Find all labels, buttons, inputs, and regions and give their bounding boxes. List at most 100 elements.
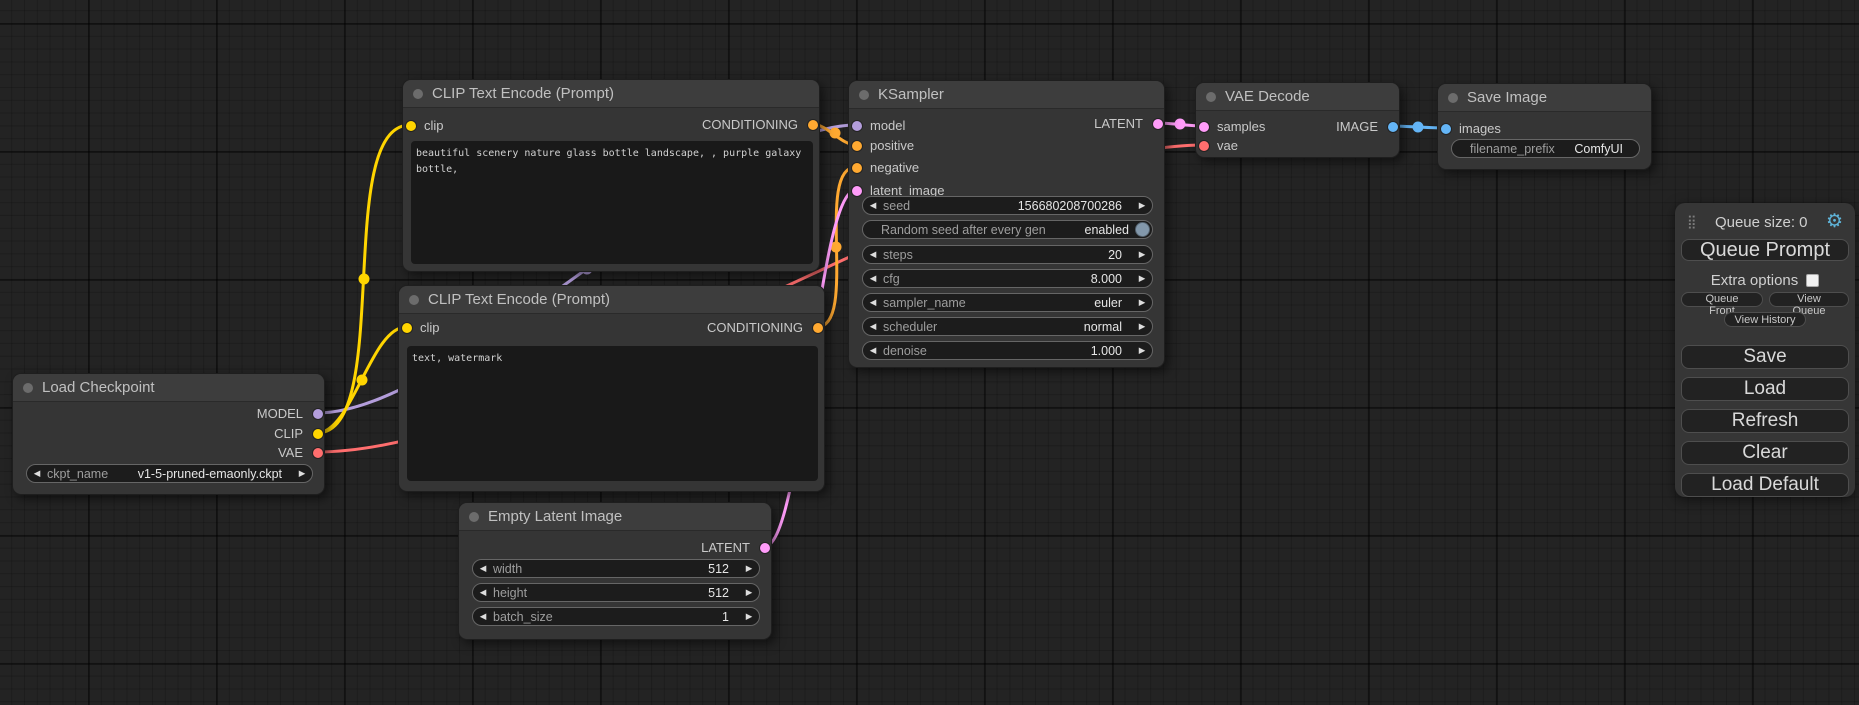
widget-filename-prefix[interactable]: filename_prefixComfyUI (1451, 139, 1640, 158)
widget-value[interactable]: v1-5-pruned-emaonly.ckpt (108, 467, 292, 481)
collapse-dot-icon[interactable] (469, 512, 479, 522)
node-titlebar[interactable]: CLIP Text Encode (Prompt) (403, 80, 819, 108)
collapse-dot-icon[interactable] (859, 90, 869, 100)
node-load-checkpoint[interactable]: Load CheckpointMODELCLIPVAE◀ckpt_namev1-… (12, 373, 325, 495)
widget-scheduler[interactable]: ◀schedulernormal▶ (862, 317, 1153, 336)
widget-batch-size[interactable]: ◀batch_size1▶ (472, 607, 760, 626)
widget-value[interactable]: 8.000 (900, 272, 1132, 286)
increment-arrow-icon[interactable]: ▶ (1132, 318, 1152, 335)
node-empty-latent-image[interactable]: Empty Latent ImageLATENT◀width512▶◀heigh… (458, 502, 772, 640)
widget-value[interactable]: euler (966, 296, 1132, 310)
output-slot-CONDITIONING[interactable] (813, 323, 823, 333)
output-slot-LATENT[interactable] (1153, 119, 1163, 129)
prompt-text-widget[interactable]: beautiful scenery nature glass bottle la… (411, 141, 813, 264)
view-queue-button[interactable]: View Queue (1769, 292, 1849, 307)
prompt-text-widget[interactable]: text, watermark (407, 346, 818, 481)
output-slot-IMAGE[interactable] (1388, 122, 1398, 132)
increment-arrow-icon[interactable]: ▶ (739, 560, 759, 577)
node-titlebar[interactable]: KSampler (849, 81, 1164, 109)
widget-seed[interactable]: ◀seed156680208700286▶ (862, 196, 1153, 215)
node-clip-text-encode-positive[interactable]: CLIP Text Encode (Prompt)clipCONDITIONIN… (402, 79, 820, 272)
widget-value[interactable]: ComfyUI (1555, 142, 1639, 156)
node-titlebar[interactable]: Save Image (1438, 84, 1651, 112)
decrement-arrow-icon[interactable]: ◀ (863, 294, 883, 311)
load-default-button[interactable]: Load Default (1681, 473, 1849, 497)
decrement-arrow-icon[interactable]: ◀ (473, 584, 493, 601)
input-slot-clip[interactable] (402, 323, 412, 333)
increment-arrow-icon[interactable]: ▶ (1132, 197, 1152, 214)
widget-Random seed after every gen[interactable]: Random seed after every genenabled (862, 220, 1153, 239)
node-title-text: Load Checkpoint (42, 379, 155, 396)
collapse-dot-icon[interactable] (1206, 92, 1216, 102)
widget-denoise[interactable]: ◀denoise1.000▶ (862, 341, 1153, 360)
decrement-arrow-icon[interactable]: ◀ (863, 318, 883, 335)
widget-value[interactable]: 1.000 (927, 344, 1132, 358)
widget-sampler-name[interactable]: ◀sampler_nameeuler▶ (862, 293, 1153, 312)
node-save-image[interactable]: Save Imageimagesfilename_prefixComfyUI (1437, 83, 1652, 170)
decrement-arrow-icon[interactable]: ◀ (473, 608, 493, 625)
settings-gear-icon[interactable]: ⚙ (1826, 213, 1843, 231)
save-button[interactable]: Save (1681, 345, 1849, 369)
widget-value[interactable]: 1 (553, 610, 739, 624)
collapse-dot-icon[interactable] (1448, 93, 1458, 103)
output-slot-CLIP[interactable] (313, 429, 323, 439)
input-slot-positive[interactable] (852, 141, 862, 151)
clear-button[interactable]: Clear (1681, 441, 1849, 465)
node-ksampler[interactable]: KSamplermodelpositivenegativelatent_imag… (848, 80, 1165, 368)
increment-arrow-icon[interactable]: ▶ (739, 584, 759, 601)
collapse-dot-icon[interactable] (413, 89, 423, 99)
panel-drag-handle-icon[interactable]: ⣿ (1687, 214, 1697, 230)
node-titlebar[interactable]: VAE Decode (1196, 83, 1399, 111)
node-vae-decode[interactable]: VAE DecodesamplesvaeIMAGE (1195, 82, 1400, 158)
widget-height[interactable]: ◀height512▶ (472, 583, 760, 602)
toggle-knob-icon[interactable] (1135, 222, 1150, 237)
increment-arrow-icon[interactable]: ▶ (739, 608, 759, 625)
decrement-arrow-icon[interactable]: ◀ (863, 246, 883, 263)
input-slot-clip[interactable] (406, 121, 416, 131)
increment-arrow-icon[interactable]: ▶ (1132, 342, 1152, 359)
input-slot-latent_image[interactable] (852, 186, 862, 196)
input-slot-negative[interactable] (852, 163, 862, 173)
graph-canvas[interactable]: Load CheckpointMODELCLIPVAE◀ckpt_namev1-… (0, 0, 1859, 705)
widget-value[interactable]: 20 (913, 248, 1132, 262)
node-titlebar[interactable]: Empty Latent Image (459, 503, 771, 531)
decrement-arrow-icon[interactable]: ◀ (27, 465, 47, 482)
widget-value[interactable]: 156680208700286 (910, 199, 1132, 213)
collapse-dot-icon[interactable] (409, 295, 419, 305)
input-slot-model[interactable] (852, 121, 862, 131)
widget-steps[interactable]: ◀steps20▶ (862, 245, 1153, 264)
output-slot-label: MODEL (257, 406, 303, 422)
decrement-arrow-icon[interactable]: ◀ (863, 270, 883, 287)
input-slot-vae[interactable] (1199, 141, 1209, 151)
widget-value[interactable]: 512 (522, 562, 739, 576)
load-button[interactable]: Load (1681, 377, 1849, 401)
output-slot-MODEL[interactable] (313, 409, 323, 419)
output-slot-CONDITIONING[interactable] (808, 120, 818, 130)
increment-arrow-icon[interactable]: ▶ (1132, 246, 1152, 263)
increment-arrow-icon[interactable]: ▶ (1132, 270, 1152, 287)
widget-cfg[interactable]: ◀cfg8.000▶ (862, 269, 1153, 288)
increment-arrow-icon[interactable]: ▶ (1132, 294, 1152, 311)
refresh-button[interactable]: Refresh (1681, 409, 1849, 433)
node-titlebar[interactable]: CLIP Text Encode (Prompt) (399, 286, 824, 314)
decrement-arrow-icon[interactable]: ◀ (473, 560, 493, 577)
output-slot-LATENT[interactable] (760, 543, 770, 553)
nodes-layer: Load CheckpointMODELCLIPVAE◀ckpt_namev1-… (0, 0, 1859, 705)
input-slot-samples[interactable] (1199, 122, 1209, 132)
decrement-arrow-icon[interactable]: ◀ (863, 342, 883, 359)
output-slot-VAE[interactable] (313, 448, 323, 458)
collapse-dot-icon[interactable] (23, 383, 33, 393)
decrement-arrow-icon[interactable]: ◀ (863, 197, 883, 214)
widget-width[interactable]: ◀width512▶ (472, 559, 760, 578)
view-history-button[interactable]: View History (1724, 312, 1807, 327)
node-clip-text-encode-negative[interactable]: CLIP Text Encode (Prompt)clipCONDITIONIN… (398, 285, 825, 492)
widget-value[interactable]: 512 (527, 586, 739, 600)
extra-options-checkbox[interactable] (1806, 274, 1819, 287)
queue-prompt-button[interactable]: Queue Prompt (1681, 239, 1849, 262)
input-slot-images[interactable] (1441, 124, 1451, 134)
widget-ckpt-name[interactable]: ◀ckpt_namev1-5-pruned-emaonly.ckpt▶ (26, 464, 313, 483)
node-titlebar[interactable]: Load Checkpoint (13, 374, 324, 402)
widget-value[interactable]: normal (937, 320, 1132, 334)
queue-front-button[interactable]: Queue Front (1681, 292, 1763, 307)
increment-arrow-icon[interactable]: ▶ (292, 465, 312, 482)
